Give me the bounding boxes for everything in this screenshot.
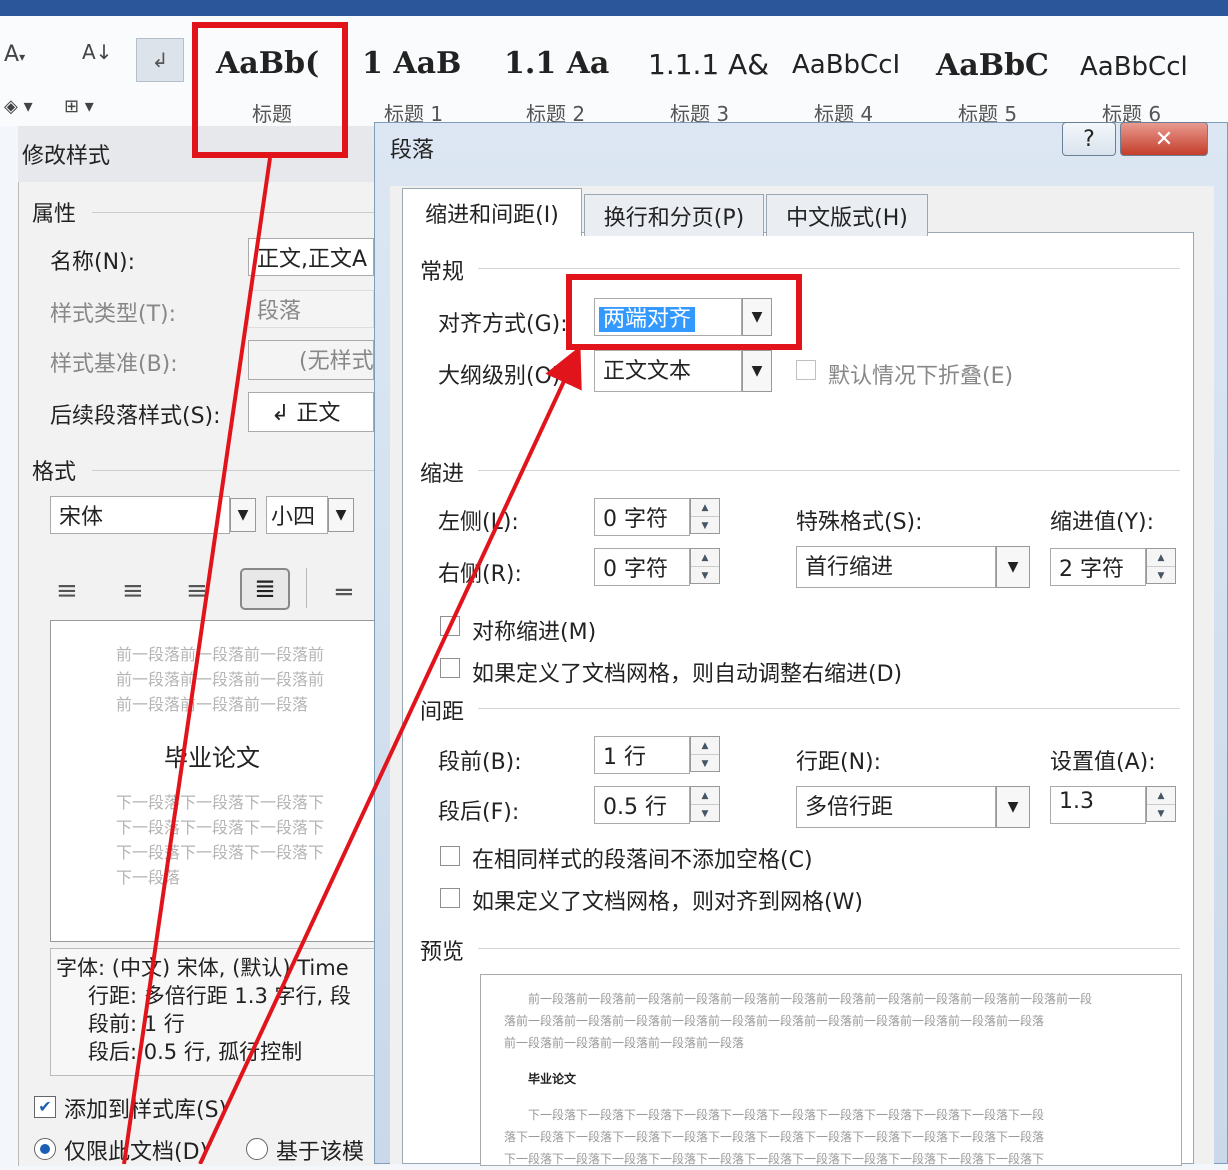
arrow-title-to-bottom: [122, 157, 272, 1164]
arrow-bottom-to-alignment: [198, 345, 582, 1164]
annotation-arrows: [122, 157, 582, 1164]
